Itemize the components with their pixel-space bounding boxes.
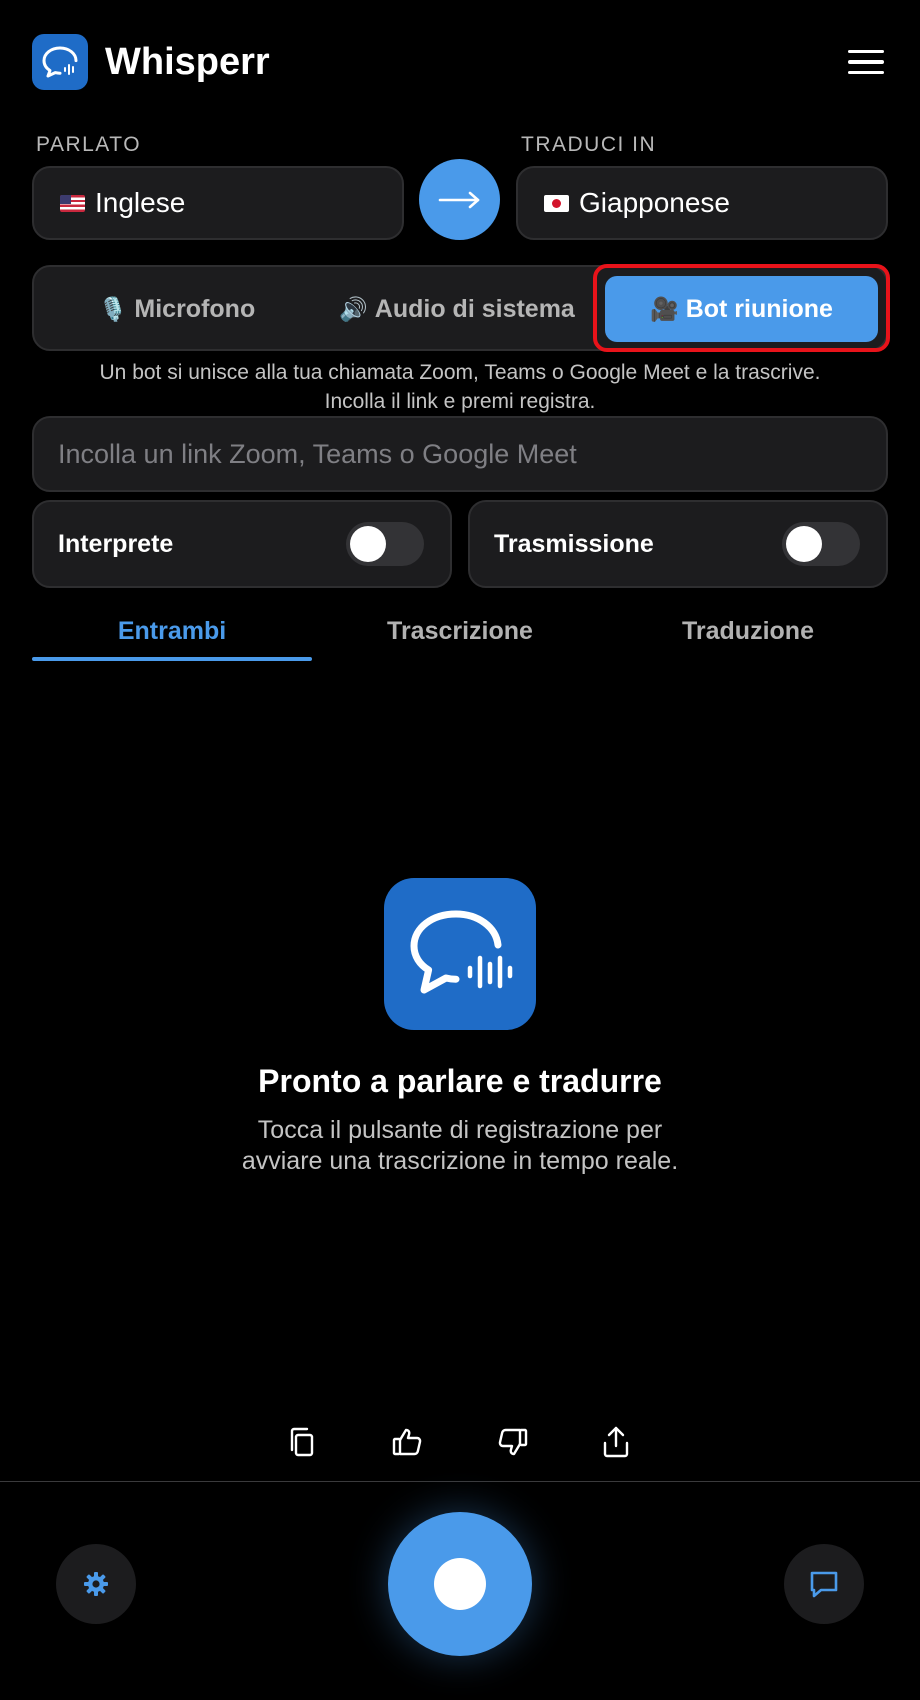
empty-state-subtitle-line-1: Tocca il pulsante di registrazione per — [257, 1116, 663, 1144]
interpreter-switch[interactable] — [346, 522, 424, 566]
empty-state-subtitle: Tocca il pulsante di registrazione per a… — [200, 1115, 720, 1177]
source-microphone-label: Microfono — [134, 294, 256, 323]
app-title: Whisperr — [105, 40, 270, 83]
source-meeting-bot-tab[interactable]: 🎥 Bot riunione — [605, 276, 878, 342]
settings-button[interactable] — [56, 1544, 136, 1624]
header: Whisperr — [32, 33, 888, 91]
app-logo-icon — [32, 34, 88, 90]
interpreter-toggle-card[interactable]: Interprete — [32, 500, 452, 588]
source-system-audio-tab[interactable]: 🔊 Audio di sistema — [322, 276, 592, 342]
spoken-language-label: PARLATO — [36, 133, 142, 156]
target-language-select[interactable]: Giapponese — [516, 166, 888, 240]
empty-state-subtitle-line-2: avviare una trascrizione in tempo reale. — [241, 1147, 679, 1175]
chat-button[interactable] — [784, 1544, 864, 1624]
us-flag-icon — [60, 194, 85, 212]
video-camera-icon: 🎥 — [650, 295, 679, 322]
active-tab-indicator — [32, 657, 312, 661]
transcript-actions — [0, 1420, 920, 1464]
chat-icon — [810, 1571, 838, 1598]
broadcast-toggle-card[interactable]: Trasmissione — [468, 500, 888, 588]
japan-flag-icon — [544, 194, 569, 212]
target-language-label: TRADUCI IN — [521, 133, 657, 156]
microphone-icon: 🎙️ — [98, 295, 128, 322]
view-tabs: Entrambi Trascrizione Traduzione — [32, 600, 888, 662]
app-screen: Whisperr PARLATO TRADUCI IN Inglese Giap… — [0, 0, 920, 1700]
help-text-line-2: Incolla il link e premi registra. — [324, 390, 596, 413]
audio-source-selector: 🎙️ Microfono 🔊 Audio di sistema 🎥 Bot ri… — [32, 265, 888, 351]
source-meeting-bot-label: Bot riunione — [685, 294, 833, 323]
share-icon[interactable] — [594, 1420, 638, 1464]
source-microphone-tab[interactable]: 🎙️ Microfono — [42, 276, 312, 342]
copy-icon[interactable] — [280, 1420, 324, 1464]
tab-translation[interactable]: Traduzione — [608, 600, 888, 662]
meeting-bot-help-text: Un bot si unisce alla tua chiamata Zoom,… — [32, 358, 888, 416]
thumbs-up-icon[interactable] — [386, 1420, 430, 1464]
tab-both[interactable]: Entrambi — [32, 600, 312, 662]
swap-languages-button[interactable] — [419, 159, 500, 240]
spoken-language-select[interactable]: Inglese — [32, 166, 404, 240]
hamburger-menu-icon[interactable] — [844, 40, 888, 84]
help-text-line-1: Un bot si unisce alla tua chiamata Zoom,… — [99, 361, 821, 384]
bottom-divider — [0, 1481, 920, 1482]
record-button[interactable] — [388, 1512, 532, 1656]
broadcast-switch[interactable] — [782, 522, 860, 566]
interpreter-label: Interprete — [58, 529, 174, 558]
tab-transcription[interactable]: Trascrizione — [320, 600, 600, 662]
gear-icon — [84, 1572, 108, 1596]
meeting-link-input[interactable] — [32, 416, 888, 492]
broadcast-label: Trasmissione — [494, 529, 654, 558]
target-language-value: Giapponese — [579, 187, 731, 218]
arrow-right-icon — [438, 191, 479, 208]
empty-state-title: Pronto a parlare e tradurre — [258, 1063, 662, 1099]
source-system-audio-label: Audio di sistema — [374, 294, 575, 323]
spoken-language-value: Inglese — [95, 187, 186, 218]
empty-state-logo-icon — [384, 878, 536, 1030]
thumbs-down-icon[interactable] — [490, 1420, 534, 1464]
record-dot-icon — [434, 1558, 486, 1610]
speaker-icon: 🔊 — [339, 295, 368, 322]
